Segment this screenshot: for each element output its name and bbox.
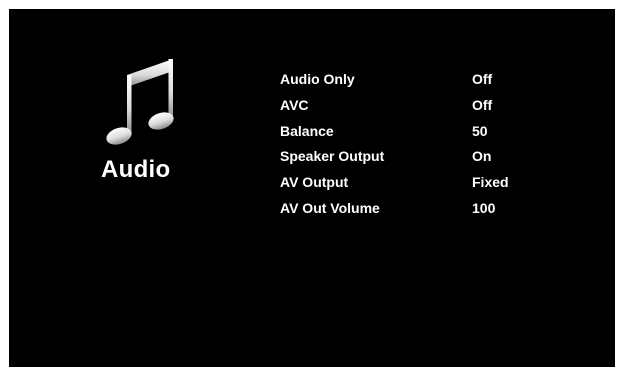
menu-item-av-out-volume[interactable]: AV Out Volume 100 <box>280 196 580 222</box>
menu-item-label: Balance <box>280 122 334 139</box>
menu-item-speaker-output[interactable]: Speaker Output On <box>280 144 580 170</box>
menu-item-balance[interactable]: Balance 50 <box>280 119 580 145</box>
menu-item-label: AV Out Volume <box>280 199 380 216</box>
tv-settings-screen: Audio Audio Only Off AVC Off Balance 50 … <box>9 9 615 367</box>
menu-item-value: Off <box>472 71 493 87</box>
menu-item-label: AVC <box>280 96 309 113</box>
category-panel: Audio <box>9 9 249 209</box>
menu-item-value: 100 <box>472 199 496 216</box>
music-note-icon <box>106 59 174 145</box>
menu-item-value: Fixed <box>472 174 509 191</box>
menu-item-value: 50 <box>472 122 488 139</box>
menu-item-label: Audio Only <box>280 71 355 87</box>
menu-item-value: On <box>472 148 492 165</box>
menu-item-avc[interactable]: AVC Off <box>280 93 580 119</box>
menu-item-value: Off <box>472 96 493 113</box>
page-title: Audio <box>101 156 171 183</box>
audio-settings-menu: Audio Only Off AVC Off Balance 50 Speake… <box>280 67 580 222</box>
menu-item-av-output[interactable]: AV Output Fixed <box>280 170 580 196</box>
menu-item-label: AV Output <box>280 174 349 191</box>
menu-item-audio-only[interactable]: Audio Only Off <box>280 67 580 93</box>
menu-item-label: Speaker Output <box>280 148 385 165</box>
